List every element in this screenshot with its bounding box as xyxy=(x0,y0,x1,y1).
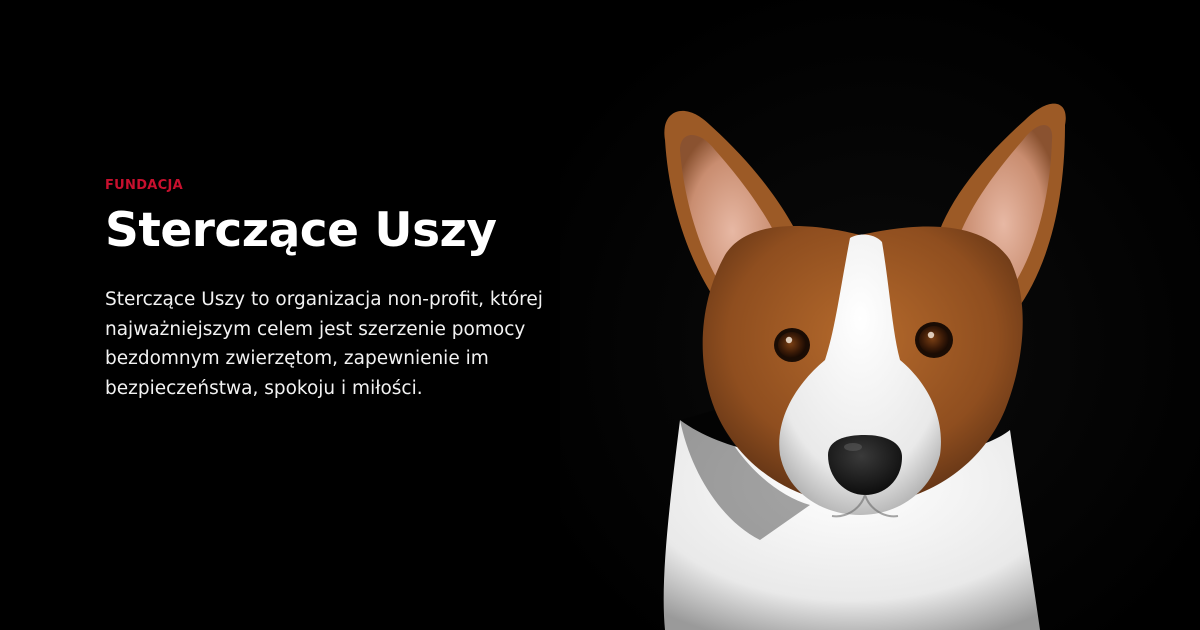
eyebrow-label: FUNDACJA xyxy=(105,178,184,193)
corgi-dog-photo xyxy=(560,0,1200,630)
hero-banner: FUNDACJA Sterczące Uszy Sterczące Uszy t… xyxy=(0,0,1200,630)
hero-description: Sterczące Uszy to organizacja non-profit… xyxy=(105,289,543,399)
hero-text: FUNDACJA Sterczące Uszy Sterczące Uszy t… xyxy=(105,178,565,403)
page-title: Sterczące Uszy xyxy=(105,203,497,258)
